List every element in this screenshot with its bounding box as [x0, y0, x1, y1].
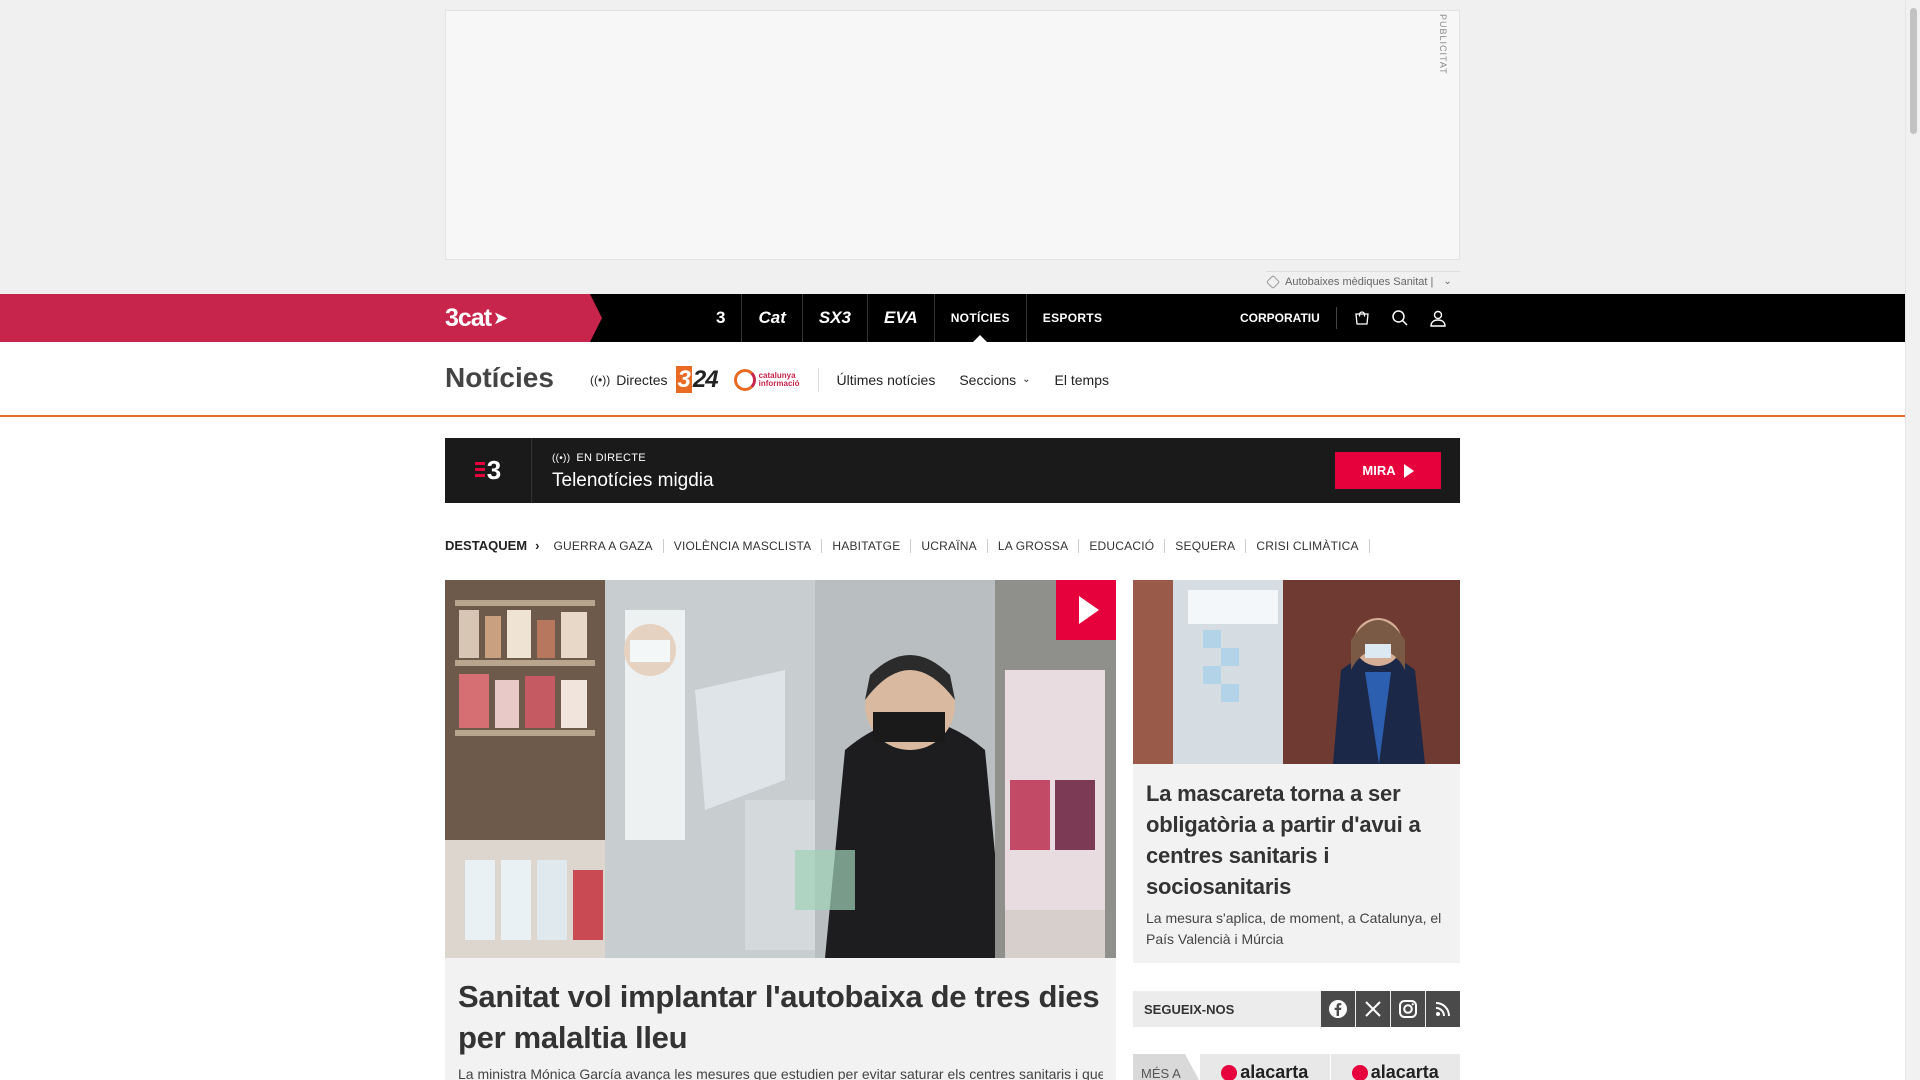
- sx3-logo: SX3: [818, 308, 852, 327]
- live-status-label: EN DIRECTE: [576, 452, 646, 464]
- brand-text: 3cat: [445, 303, 492, 332]
- highlight-tag[interactable]: LA GROSSA: [988, 538, 1080, 553]
- main-article: Sanitat vol implantar l'autobaixa de tre…: [445, 958, 1116, 1080]
- video-play-button[interactable]: [1056, 580, 1116, 640]
- brand-band: [0, 294, 602, 342]
- 324-logo[interactable]: 3 24: [675, 365, 719, 394]
- x-icon[interactable]: [1356, 991, 1390, 1027]
- main-article-image[interactable]: [445, 580, 1116, 958]
- ultimes-noticies-link[interactable]: Últimes notícies: [837, 372, 936, 388]
- seccions-dropdown[interactable]: Seccions ⌄: [959, 372, 1030, 388]
- section-title[interactable]: Notícies: [445, 362, 554, 394]
- channel-menu: 3 Cat SX3 EVA NOTÍCIES ESPORTS: [700, 294, 1118, 342]
- catradio-dot-icon: [1351, 1065, 1368, 1080]
- ad-banner[interactable]: [445, 10, 1460, 260]
- search-icon[interactable]: [1381, 294, 1419, 342]
- el-temps-link[interactable]: El temps: [1055, 372, 1109, 388]
- nav-esports-label: ESPORTS: [1042, 311, 1103, 325]
- ad-tags[interactable]: Autobaixes mèdiques Sanitat | ⌄: [1265, 271, 1460, 291]
- watch-label: MIRA: [1362, 463, 1396, 478]
- broadcast-icon: ((•)): [552, 452, 571, 464]
- side-article-summary: La mesura s'aplica, de moment, a Catalun…: [1146, 910, 1442, 947]
- channel-eva[interactable]: EVA: [868, 294, 935, 342]
- watch-button[interactable]: MIRA: [1335, 452, 1441, 489]
- tv3-logo: 3: [716, 308, 726, 327]
- catalunya-informacio-logo[interactable]: catalunya informació: [733, 367, 819, 392]
- live-status: ((•)) EN DIRECTE: [552, 452, 646, 464]
- follow-label: SEGUEIX-NOS: [1144, 1001, 1235, 1017]
- 3cat-logo[interactable]: 3cat ➤: [445, 303, 508, 332]
- catradio-logo: Cat: [758, 308, 786, 327]
- alacarta-link[interactable]: alacarta: [1329, 1054, 1460, 1080]
- highlight-tag[interactable]: UCRAÏNA: [911, 538, 988, 553]
- highlights-label: DESTAQUEM: [445, 538, 528, 553]
- tv3-bars-icon: [474, 461, 485, 480]
- top-right-menu: CORPORATIU: [1240, 294, 1457, 342]
- section-navigation: Notícies ((•)) Directes 3 24 catalunya inf…: [0, 342, 1905, 417]
- broadcast-icon: ((•)): [590, 372, 611, 387]
- eva-logo: EVA: [884, 308, 918, 327]
- alacarta-link[interactable]: alacarta: [1199, 1054, 1330, 1080]
- chevron-right-icon: ›: [535, 538, 540, 553]
- directes-link[interactable]: ((•)) Directes: [590, 372, 668, 388]
- highlight-tag[interactable]: HABITATGE: [822, 538, 912, 553]
- channel-tv3[interactable]: 3: [700, 294, 743, 342]
- chevron-down-icon[interactable]: ⌄: [1443, 276, 1451, 287]
- scrollbar-thumb[interactable]: [1910, 8, 1917, 134]
- nav-noticies-label: NOTÍCIES: [950, 311, 1010, 325]
- shop-icon[interactable]: [1343, 294, 1381, 342]
- channel-sx3[interactable]: SX3: [803, 294, 869, 342]
- highlight-tag[interactable]: GUERRA A GAZA: [543, 538, 664, 553]
- vertical-scrollbar[interactable]: [1905, 0, 1920, 1080]
- main-article-summary: La ministra Mónica García avança les mes…: [458, 1066, 1103, 1080]
- corporatiu-link[interactable]: CORPORATIU: [1240, 307, 1337, 329]
- rss-icon[interactable]: [1426, 991, 1460, 1027]
- section-links: ((•)) Directes 3 24 catalunya informació Ú…: [590, 342, 1133, 417]
- play-arrow-icon: ➤: [493, 307, 508, 328]
- tv3-dot-icon: [1221, 1065, 1238, 1080]
- highlight-tag[interactable]: EDUCACIÓ: [1079, 538, 1166, 553]
- chevron-down-icon: ⌄: [1022, 374, 1031, 385]
- alacarta-label: alacarta: [1370, 1062, 1439, 1080]
- highlight-tag[interactable]: SEQUERA: [1165, 538, 1247, 553]
- ad-zone: PUBLICITAT Autobaixes mèdiques Sanitat |…: [0, 0, 1905, 294]
- more-label: MÉS A: [1133, 1054, 1199, 1080]
- live-channel: 3: [486, 455, 502, 485]
- side-article-title[interactable]: La mascareta torna a ser obligatòria a p…: [1146, 778, 1446, 902]
- seccions-label: Seccions: [959, 371, 1017, 388]
- tag-icon: [1265, 274, 1281, 289]
- alacarta-label: alacarta: [1240, 1062, 1309, 1080]
- play-icon: [1078, 596, 1099, 624]
- more-at-bar: MÉS A alacarta alacarta: [1133, 1054, 1460, 1080]
- user-icon[interactable]: [1419, 294, 1457, 342]
- main-article-title[interactable]: Sanitat vol implantar l'autobaixa de tre…: [458, 976, 1103, 1058]
- directes-label: Directes: [616, 371, 668, 388]
- highlight-tag[interactable]: VIOLÈNCIA MASCLISTA: [664, 538, 823, 553]
- ci-logo-text: catalunya informació: [758, 370, 800, 388]
- follow-bar: SEGUEIX-NOS: [1133, 991, 1460, 1027]
- ci-symbol-icon: [733, 368, 756, 391]
- instagram-icon[interactable]: [1391, 991, 1425, 1027]
- highlights-title[interactable]: DESTAQUEM ›: [445, 538, 539, 553]
- tv3-live-logo: 3: [445, 438, 532, 503]
- channel-catradio[interactable]: Cat: [742, 294, 803, 342]
- side-article-card[interactable]: La mascareta torna a ser obligatòria a p…: [1133, 580, 1460, 963]
- highlight-tag[interactable]: CRISI CLIMÀTICA: [1246, 538, 1370, 553]
- nav-esports[interactable]: ESPORTS: [1027, 294, 1118, 342]
- live-program[interactable]: Telenotícies migdia: [552, 470, 714, 492]
- side-article-image[interactable]: [1133, 580, 1460, 764]
- nav-noticies[interactable]: NOTÍCIES: [935, 294, 1027, 342]
- ad-label: PUBLICITAT: [1438, 14, 1448, 75]
- facebook-icon[interactable]: [1321, 991, 1355, 1027]
- ad-tags-text: Autobaixes mèdiques Sanitat |: [1285, 275, 1434, 288]
- highlights-bar: DESTAQUEM › GUERRA A GAZA VIOLÈNCIA MASC…: [445, 538, 1370, 553]
- top-navigation: 3cat ➤ 3 Cat SX3 EVA NOTÍCIES ESPORTS CO…: [0, 294, 1905, 342]
- live-banner[interactable]: 3 ((•)) EN DIRECTE Telenotícies migdia M…: [445, 438, 1460, 503]
- play-icon: [1403, 463, 1414, 478]
